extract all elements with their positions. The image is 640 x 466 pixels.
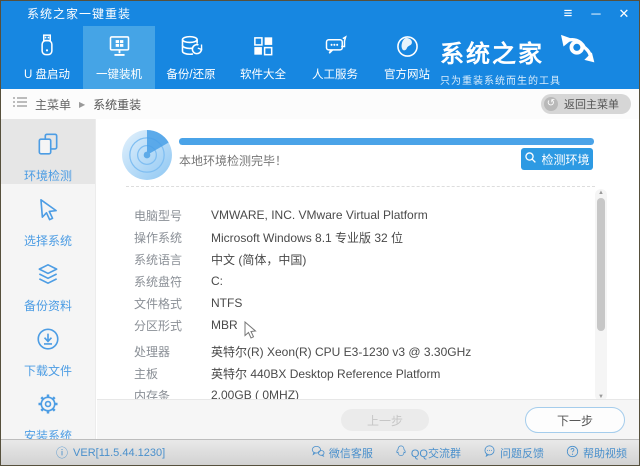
help-video-icon — [566, 445, 579, 461]
titlebar: 系统之家一键重装 ≡ ─ ✕ — [1, 1, 639, 26]
window-menu-icon[interactable]: ≡ — [559, 1, 577, 26]
usb-icon — [34, 29, 60, 63]
service-chat-icon — [322, 29, 349, 63]
app-window: 系统之家一键重装 ≡ ─ ✕ U 盘启动 一键装机 备份/还原 软件大全 人工服… — [0, 0, 640, 466]
backup-restore-icon — [178, 29, 205, 63]
wechat-icon — [311, 445, 325, 460]
minimize-icon[interactable]: ─ — [587, 1, 605, 26]
nav-label: 人工服务 — [312, 69, 358, 81]
detection-progress-bar — [179, 138, 594, 145]
search-icon — [524, 151, 537, 167]
breadcrumb-root[interactable]: 主菜单 — [35, 96, 71, 113]
window-title: 系统之家一键重装 — [27, 7, 132, 21]
nav-item-one-key-install[interactable]: 一键装机 — [83, 26, 155, 89]
nav-item-software[interactable]: 软件大全 — [227, 26, 299, 89]
window-controls: ≡ ─ ✕ — [559, 1, 633, 26]
breadcrumb-arrow-icon: ▶ — [79, 99, 86, 109]
select-system-icon — [35, 196, 61, 227]
qq-icon — [395, 445, 407, 461]
scroll-up-icon[interactable]: ▲ — [595, 190, 607, 196]
sidebar-item-install-system[interactable]: 安装系统 — [1, 379, 95, 444]
main-panel: 本地环境检测完毕！ 检测环境 电脑型号 VMWARE, INC. VMware V… — [97, 119, 639, 439]
info-icon: ⓘ — [56, 446, 69, 460]
breadcrumb-current: 系统重装 — [93, 97, 142, 112]
feedback-link[interactable]: 问题反馈 — [483, 445, 544, 461]
system-info-table: 电脑型号 VMWARE, INC. VMware Virtual Platform… — [134, 204, 589, 406]
nav-items: U 盘启动 一键装机 备份/还原 软件大全 人工服务 官方网站 — [11, 26, 443, 89]
brand-logo: 系统之家 只为重装系统而生的工具 — [440, 34, 625, 87]
website-globe-icon — [394, 29, 421, 63]
table-row: 操作系统 Microsoft Windows 8.1 专业版 32 位 — [134, 230, 404, 245]
nav-item-backup-restore[interactable]: 备份/还原 — [155, 26, 227, 89]
wechat-support-link[interactable]: 微信客服 — [311, 445, 373, 461]
status-bar: ⓘ VER[11.5.44.1230] 微信客服 QQ交流群 问题反馈 帮助视频 — [1, 439, 639, 465]
sidebar-item-download-file[interactable]: 下载文件 — [1, 314, 95, 379]
backup-data-icon — [35, 261, 61, 292]
qq-group-link[interactable]: QQ交流群 — [395, 445, 461, 461]
install-system-icon — [35, 391, 61, 422]
progress-fill — [179, 138, 594, 145]
radar-scan-icon — [121, 129, 173, 186]
nav-label: 一键装机 — [96, 69, 142, 81]
table-row: 处理器 英特尔(R) Xeon(R) CPU E3-1230 v3 @ 3.30G… — [134, 344, 472, 359]
breadcrumb: 主菜单 ▶ 系统重装 ↺ 返回主菜单 — [1, 89, 639, 119]
wizard-button-bar: 上一步 下一步 — [97, 399, 639, 439]
back-arrow-icon: ↺ — [544, 97, 558, 111]
nav-item-service[interactable]: 人工服务 — [299, 26, 371, 89]
env-check-icon — [35, 131, 61, 162]
table-row: 电脑型号 VMWARE, INC. VMware Virtual Platform — [134, 208, 428, 223]
main-navbar: U 盘启动 一键装机 备份/还原 软件大全 人工服务 官方网站 系统之家 只为重… — [1, 26, 639, 89]
back-to-main-menu-button[interactable]: ↺ 返回主菜单 — [541, 94, 631, 114]
table-row: 系统盘符 C: — [134, 274, 223, 289]
scrollbar-thumb[interactable] — [597, 198, 605, 331]
brand-tagline: 只为重装系统而生的工具 — [440, 76, 561, 87]
nav-label: 软件大全 — [240, 69, 286, 81]
feedback-bubble-icon — [483, 445, 496, 460]
nav-label: U 盘启动 — [24, 69, 70, 81]
divider — [126, 186, 595, 187]
sidebar-item-env-check[interactable]: 环境检测 — [1, 119, 95, 184]
sidebar-item-backup-data[interactable]: 备份资料 — [1, 249, 95, 314]
next-step-button[interactable]: 下一步 — [525, 407, 625, 433]
nav-item-website[interactable]: 官方网站 — [371, 26, 443, 89]
nav-label: 官方网站 — [384, 69, 430, 81]
menu-list-icon — [13, 95, 27, 113]
download-file-icon — [35, 326, 61, 357]
sidebar-item-select-system[interactable]: 选择系统 — [1, 184, 95, 249]
table-row: 文件格式 NTFS — [134, 296, 243, 311]
brand-title: 系统之家 — [440, 41, 544, 68]
detection-status-text: 本地环境检测完毕！ — [179, 154, 288, 168]
detect-environment-button[interactable]: 检测环境 — [521, 148, 593, 170]
footer-links: 微信客服 QQ交流群 问题反馈 帮助视频 — [311, 445, 627, 461]
nav-label: 备份/还原 — [166, 69, 216, 81]
monitor-icon — [106, 29, 133, 63]
table-row: 系统语言 中文 (简体，中国) — [134, 252, 307, 267]
table-row: 分区形式 MBR — [134, 318, 238, 333]
help-video-link[interactable]: 帮助视频 — [566, 445, 627, 461]
nav-item-usb-boot[interactable]: U 盘启动 — [11, 26, 83, 89]
version-info[interactable]: ⓘ VER[11.5.44.1230] — [56, 444, 165, 461]
close-icon[interactable]: ✕ — [615, 1, 633, 26]
software-grid-icon — [250, 29, 276, 63]
brand-arrow-icon — [550, 34, 602, 69]
previous-step-button[interactable]: 上一步 — [341, 409, 429, 431]
table-row: 主板 英特尔 440BX Desktop Reference Platform — [134, 366, 441, 381]
scrollbar[interactable]: ▲ ▼ — [595, 189, 607, 401]
sidebar: 环境检测 选择系统 备份资料 下载文件 安装系统 — [1, 119, 96, 443]
